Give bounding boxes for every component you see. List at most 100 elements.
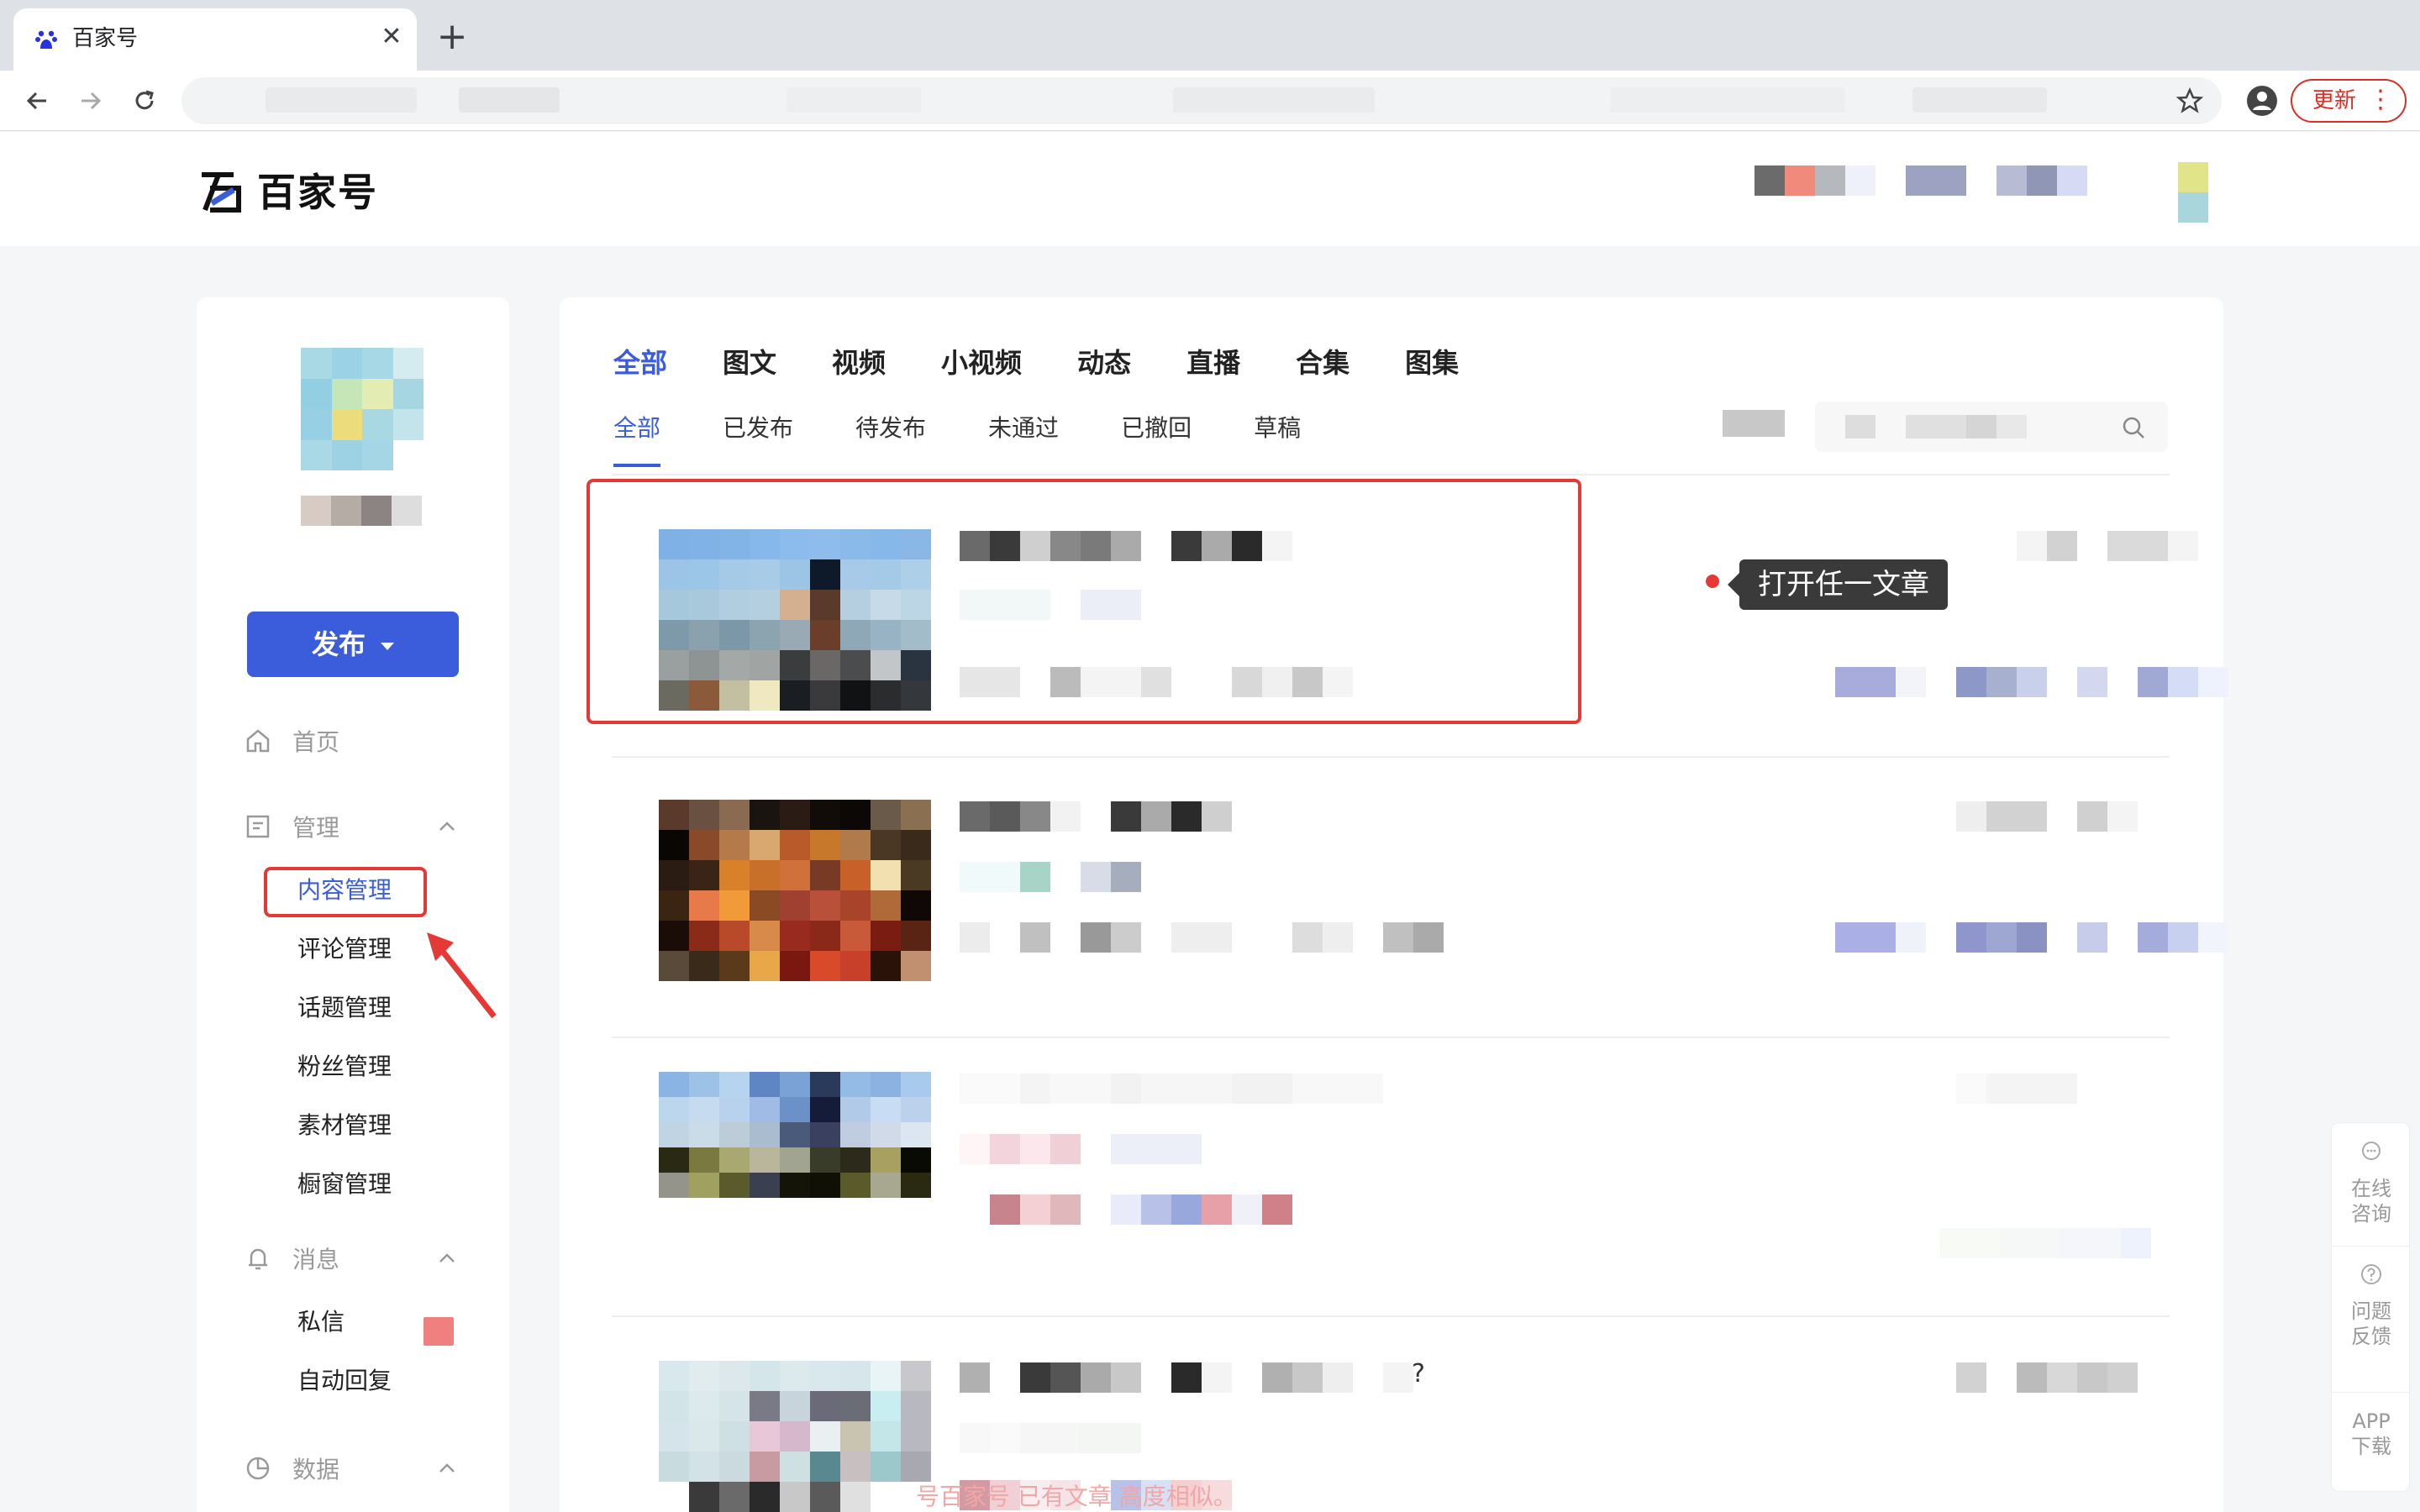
sidebar-item-showcase-manage[interactable]: 橱窗管理 (297, 1168, 392, 1201)
article-date (1956, 801, 2138, 832)
feedback-button[interactable]: 问题 反馈 (2332, 1263, 2411, 1349)
status-tab-rejected[interactable]: 未通过 (988, 412, 1059, 445)
address-bar[interactable] (182, 77, 2222, 124)
article-thumbnail[interactable] (659, 1072, 931, 1223)
tab-article[interactable]: 图文 (723, 344, 776, 381)
browser-toolbar: 更新 ⋮ (0, 71, 2420, 131)
update-label: 更新 (2312, 88, 2357, 113)
bookmark-star-icon[interactable] (2171, 82, 2208, 119)
tab-title: 百家号 (72, 26, 139, 51)
list-item[interactable] (612, 758, 2228, 1038)
back-icon[interactable] (18, 82, 55, 119)
list-item[interactable] (612, 1037, 2170, 1317)
list-item[interactable]: ? (612, 1315, 2170, 1512)
forward-icon[interactable] (72, 82, 109, 119)
tab-video[interactable]: 视频 (832, 344, 886, 381)
reload-icon[interactable] (126, 82, 163, 119)
article-thumbnail[interactable] (659, 1361, 931, 1512)
sidebar-item-messages[interactable]: 消息 (244, 1240, 339, 1277)
sidebar-item-private-message[interactable]: 私信 (297, 1305, 345, 1339)
floating-help-panel: 在线 咨询 问题 反馈 APP 下载 (2331, 1122, 2411, 1492)
home-icon (244, 727, 272, 755)
sidebar-item-label: 首页 (292, 728, 340, 756)
chat-bubble-icon (2362, 1142, 2381, 1160)
article-meta (960, 1134, 1202, 1164)
tab-gallery[interactable]: 图集 (1405, 344, 1459, 381)
divider (2332, 1246, 2411, 1247)
status-tab-draft[interactable]: 草稿 (1254, 412, 1301, 445)
site-header: 百家号 (0, 132, 2420, 246)
browser-tab[interactable]: 百家号 ✕ (13, 8, 417, 71)
header-user-area[interactable] (1754, 162, 2222, 223)
tab-all[interactable]: 全部 (613, 344, 667, 381)
online-consult-label: 在线 咨询 (2351, 1177, 2391, 1226)
article-stats (960, 1194, 1292, 1225)
article-thumbnail[interactable] (659, 800, 931, 981)
article-actions[interactable] (1939, 1228, 2151, 1258)
status-tabs: 全部 已发布 待发布 未通过 已撤回 草稿 (613, 412, 1363, 467)
status-tab-all[interactable]: 全部 (613, 412, 661, 467)
sidebar-item-topic-manage[interactable]: 话题管理 (297, 991, 392, 1025)
article-meta (960, 1423, 1141, 1453)
sidebar-item-home[interactable]: 首页 (244, 722, 339, 759)
title-tail: ? (1412, 1359, 1425, 1389)
sidebar-item-comment-manage[interactable]: 评论管理 (297, 932, 392, 966)
article-stats (960, 922, 1444, 953)
online-consult-button[interactable]: 在线 咨询 (2332, 1140, 2411, 1226)
new-tab-button[interactable]: + (435, 18, 469, 55)
status-tab-pending[interactable]: 待发布 (855, 412, 926, 445)
update-button[interactable]: 更新 ⋮ (2291, 79, 2407, 123)
divider (2332, 1392, 2411, 1393)
app-download-label: APP 下载 (2351, 1410, 2391, 1458)
browser-tab-strip: 百家号 ✕ + (0, 0, 2420, 71)
sidebar: 发布 首页 管理 内容管理 评论管理 话题管理 粉丝管理 素材管理 橱窗管理 消… (197, 297, 509, 1512)
baijiahao-logo[interactable]: 百家号 (200, 171, 378, 214)
filter-dropdown[interactable] (1723, 410, 1785, 437)
article-actions[interactable] (1835, 922, 2228, 953)
chevron-up-icon[interactable] (435, 1457, 459, 1480)
publish-button[interactable]: 发布 (247, 612, 459, 677)
sidebar-item-material-manage[interactable]: 素材管理 (297, 1109, 392, 1142)
baidu-paw-icon (35, 30, 57, 49)
article-actions[interactable] (1835, 667, 2228, 697)
app-download-button[interactable]: APP 下载 (2332, 1409, 2411, 1459)
article-title[interactable] (960, 801, 1232, 832)
tab-collection[interactable]: 合集 (1296, 344, 1349, 381)
close-tab-icon[interactable]: ✕ (376, 22, 407, 52)
tab-short-video[interactable]: 小视频 (941, 344, 1022, 381)
tab-live[interactable]: 直播 (1186, 344, 1240, 381)
question-circle-icon (2361, 1264, 2381, 1284)
faint-warning-text: 号百家号 已有文章 高度相似。 (916, 1483, 1237, 1510)
manage-icon (244, 812, 272, 841)
tab-dynamic[interactable]: 动态 (1077, 344, 1131, 381)
article-date (2017, 531, 2198, 561)
avatar[interactable] (301, 348, 424, 470)
sidebar-item-fans-manage[interactable]: 粉丝管理 (297, 1050, 392, 1084)
article-date (1956, 1074, 2077, 1104)
publish-label: 发布 (311, 628, 366, 660)
sidebar-item-auto-reply[interactable]: 自动回复 (297, 1364, 392, 1398)
status-tab-published[interactable]: 已发布 (723, 412, 793, 445)
search-icon[interactable] (2121, 415, 2146, 440)
annotation-arrow (427, 932, 497, 1019)
annotation-highlight-first-article (587, 479, 1581, 724)
sidebar-item-label: 消息 (292, 1246, 340, 1273)
feedback-label: 问题 反馈 (2351, 1299, 2391, 1348)
sidebar-item-data[interactable]: 数据 (244, 1450, 339, 1487)
bell-icon (244, 1244, 272, 1273)
article-date (1956, 1362, 2138, 1393)
account-name (301, 496, 424, 526)
unread-badge (424, 1317, 454, 1346)
sidebar-item-content-manage[interactable]: 内容管理 (297, 874, 392, 907)
sidebar-item-label: 管理 (292, 814, 340, 842)
search-input[interactable] (1815, 402, 2168, 452)
article-title[interactable]: ? (960, 1362, 1425, 1393)
profile-avatar-icon[interactable] (2242, 81, 2282, 121)
chevron-up-icon[interactable] (435, 815, 459, 838)
article-title[interactable] (960, 1074, 1383, 1104)
chevron-up-icon[interactable] (435, 1247, 459, 1270)
sidebar-item-manage[interactable]: 管理 (244, 808, 339, 845)
baijiahao-logo-mark (202, 172, 241, 213)
more-menu-icon[interactable]: ⋮ (2368, 81, 2393, 119)
status-tab-withdrawn[interactable]: 已撤回 (1121, 412, 1192, 445)
